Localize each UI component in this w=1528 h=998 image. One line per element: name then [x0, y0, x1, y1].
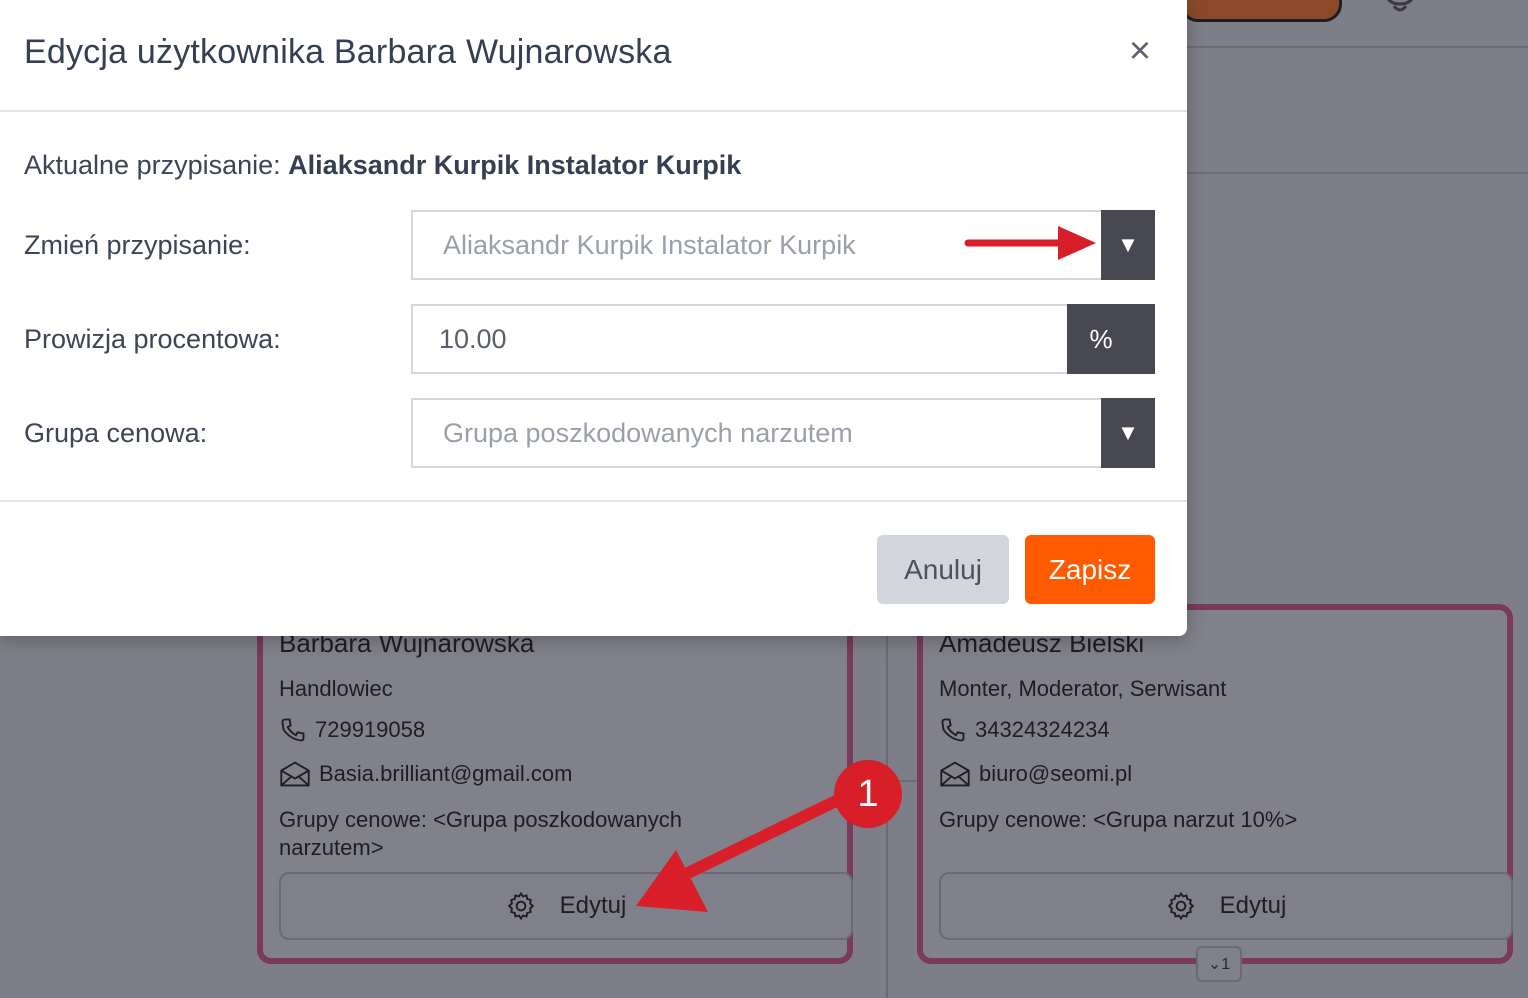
- close-icon[interactable]: ×: [1122, 30, 1158, 72]
- user-role: Monter, Moderator, Serwisant: [939, 676, 1227, 701]
- gear-icon: [507, 891, 534, 921]
- current-assignment: Aktualne przypisanie: Aliaksandr Kurpik …: [24, 150, 741, 181]
- user-price-groups: Grupy cenowe: <Grupa poszkodowanych narz…: [279, 807, 682, 860]
- toolbar-band: [1186, 48, 1528, 174]
- current-assignment-value: Aliaksandr Kurpik Instalator Kurpik: [288, 150, 742, 180]
- user-role: Handlowiec: [279, 676, 393, 701]
- price-group-dropdown-toggle[interactable]: ▼: [1101, 398, 1155, 468]
- user-card: Amadeusz Bielski Monter, Moderator, Serw…: [917, 604, 1513, 964]
- assign-select[interactable]: Aliaksandr Kurpik Instalator Kurpik ▼: [411, 210, 1155, 280]
- modal-title: Edycja użytkownika Barbara Wujnarowska: [24, 33, 672, 71]
- cancel-button[interactable]: Anuluj: [877, 535, 1009, 604]
- phone-row: 729919058: [279, 716, 425, 744]
- chevron-down-icon: ▼: [1117, 232, 1139, 257]
- user-phone[interactable]: 34324324234: [975, 717, 1110, 743]
- gear-icon: [1167, 891, 1194, 921]
- price-group-select[interactable]: Grupa poszkodowanych narzutem ▼: [411, 398, 1155, 468]
- phone-icon: [941, 718, 965, 742]
- user-email[interactable]: Basia.brilliant@gmail.com: [319, 761, 572, 787]
- edit-button-label: Edytuj: [1219, 892, 1287, 919]
- user-price-groups: Grupy cenowe: <Grupa narzut 10%>: [939, 807, 1298, 832]
- edit-button[interactable]: Edytuj: [939, 872, 1513, 940]
- current-assignment-label: Aktualne przypisanie:: [24, 150, 281, 180]
- collapse-toggle[interactable]: ⌄1: [1196, 946, 1242, 982]
- assign-label: Zmień przypisanie:: [24, 230, 251, 260]
- user-email[interactable]: biuro@seomi.pl: [979, 761, 1132, 787]
- assign-select-value: Aliaksandr Kurpik Instalator Kurpik: [443, 230, 856, 260]
- top-action-button[interactable]: [1180, 0, 1342, 22]
- commission-input[interactable]: 10.00 %: [411, 304, 1155, 374]
- phone-row: 34324324234: [939, 716, 1110, 744]
- edit-button-label: Edytuj: [559, 892, 627, 919]
- bell-icon[interactable]: [1380, 0, 1420, 14]
- percent-addon: %: [1067, 304, 1155, 374]
- edit-button[interactable]: Edytuj: [279, 872, 853, 940]
- user-card: Barbara Wujnarowska Handlowiec 729919058…: [257, 604, 853, 964]
- price-group-value: Grupa poszkodowanych narzutem: [443, 418, 853, 448]
- step-number-badge: 1: [834, 760, 902, 828]
- mail-icon: [940, 761, 970, 787]
- commission-label: Prowizja procentowa:: [24, 324, 281, 354]
- commission-value: 10.00: [439, 324, 507, 354]
- phone-icon: [281, 718, 305, 742]
- email-row: Basia.brilliant@gmail.com: [279, 760, 572, 788]
- edit-user-modal: Edycja użytkownika Barbara Wujnarowska ×…: [0, 0, 1187, 636]
- modal-footer-divider: [0, 500, 1187, 502]
- modal-header: Edycja użytkownika Barbara Wujnarowska ×: [0, 0, 1187, 112]
- save-button[interactable]: Zapisz: [1025, 535, 1155, 604]
- email-row: biuro@seomi.pl: [939, 760, 1132, 788]
- chevron-down-icon: ▼: [1117, 420, 1139, 445]
- percent-symbol: %: [1089, 323, 1113, 354]
- assign-dropdown-toggle[interactable]: ▼: [1101, 210, 1155, 280]
- mail-icon: [280, 761, 310, 787]
- price-group-label: Grupa cenowa:: [24, 418, 208, 448]
- user-phone[interactable]: 729919058: [315, 717, 425, 743]
